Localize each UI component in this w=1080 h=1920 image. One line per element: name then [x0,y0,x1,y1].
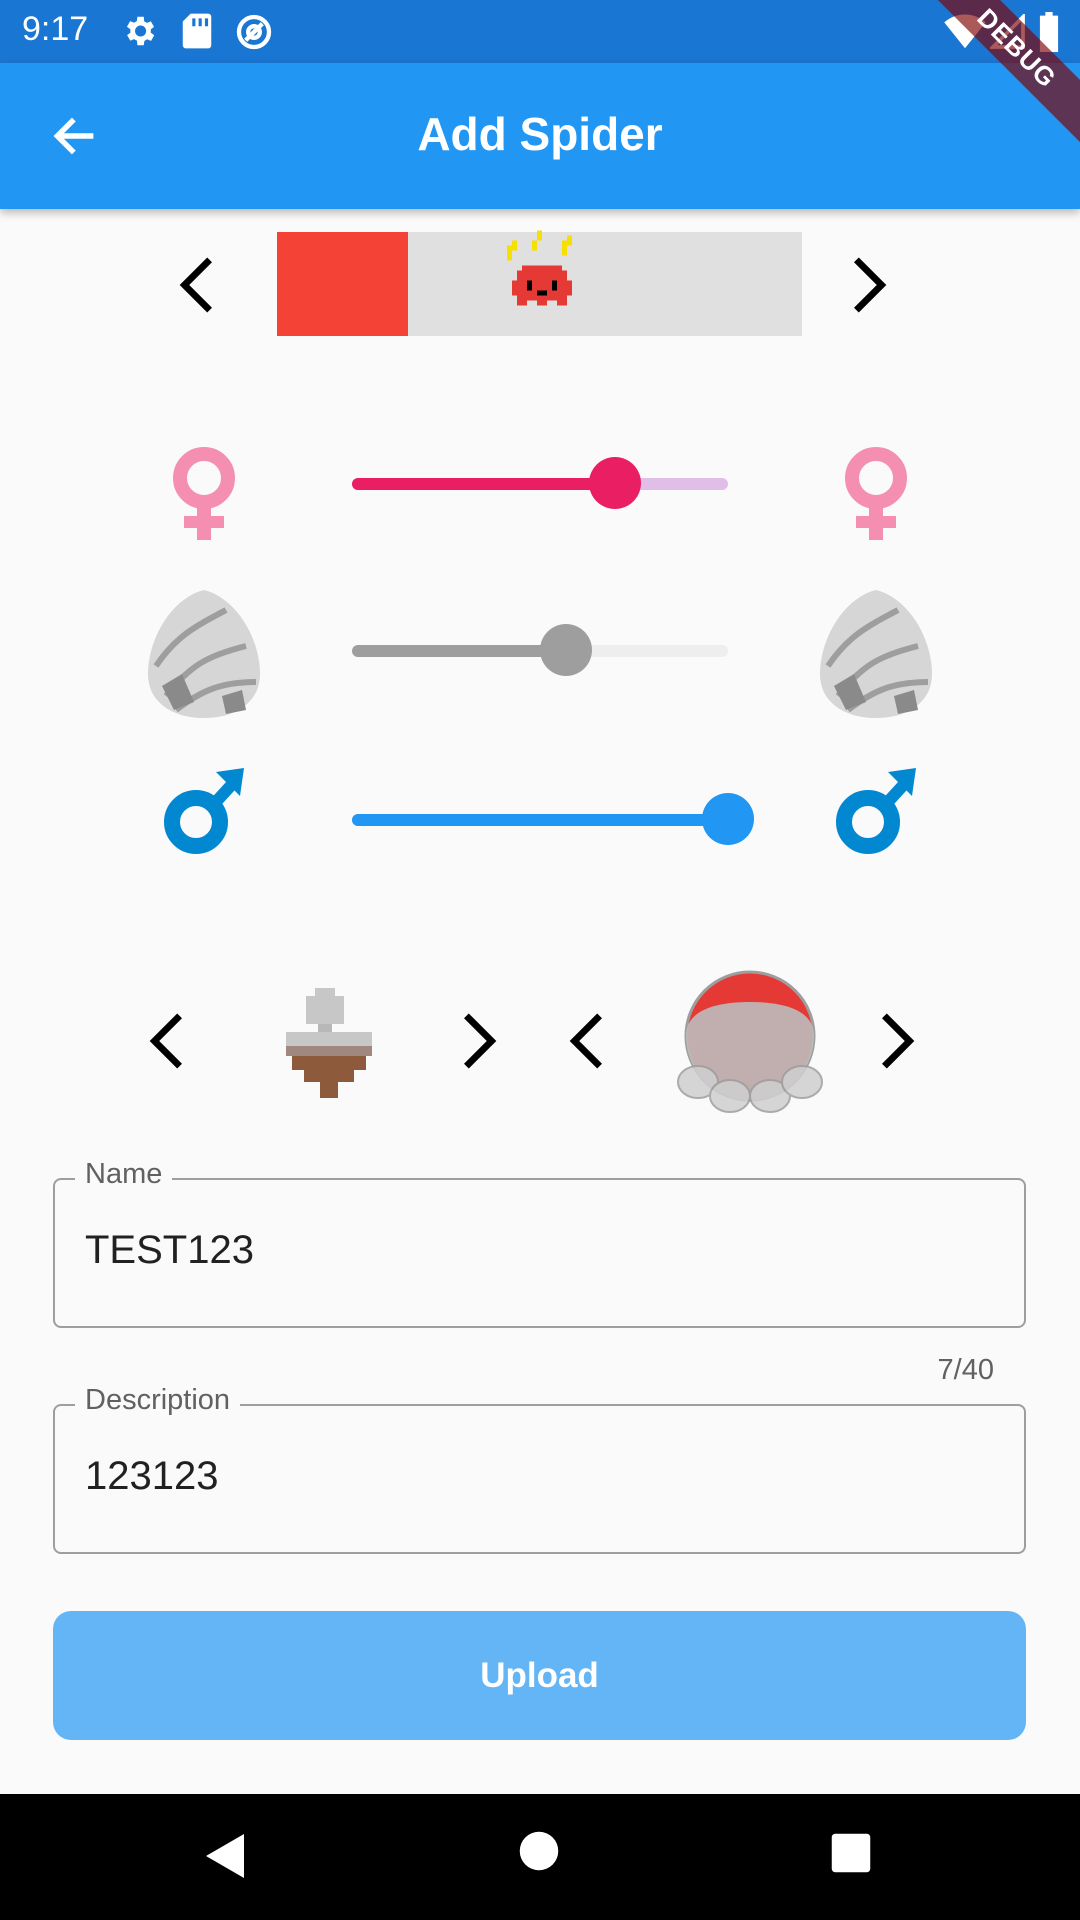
spider-body-pixel-icon [286,988,372,1098]
spider-leg-shell-icon [677,970,823,1113]
gear-icon [126,16,155,46]
male-icon-right [836,768,916,854]
home-circle-icon[interactable] [518,1830,560,1872]
female-icon-right [845,447,907,540]
status-time: 9:17 [22,10,89,48]
body-next-chevron-icon[interactable] [458,1012,498,1070]
app-bar: Add Spider [0,63,1080,209]
status-bar: 9:17 [0,0,1080,63]
female-slider[interactable] [352,454,728,514]
sd-card-icon [182,13,212,49]
upload-button[interactable]: Upload [53,1611,1026,1740]
male-icon-left [164,768,244,854]
color-preview [277,230,802,336]
male-slider[interactable] [352,790,754,850]
name-field-label: Name [75,1158,173,1191]
back-triangle-icon[interactable] [204,1832,246,1880]
slider-thumb[interactable] [702,793,754,845]
slider-active-track [352,814,728,826]
page-title: Add Spider [417,108,663,160]
slider-thumb[interactable] [540,624,592,676]
shell-prev-chevron-icon[interactable] [568,1012,608,1070]
description-field[interactable]: Description 123123 [53,1384,1026,1554]
slider-active-track [352,645,566,657]
color-swatch[interactable] [277,232,408,336]
body-prev-chevron-icon[interactable] [148,1012,188,1070]
recents-square-icon[interactable] [830,1832,872,1874]
egg-icon-right [820,590,932,718]
navigation-bar [0,1794,1080,1920]
color-next-chevron-icon[interactable] [848,256,888,314]
egg-icon-left [148,590,260,718]
color-prev-chevron-icon[interactable] [178,256,218,314]
shell-next-chevron-icon[interactable] [876,1012,916,1070]
name-character-counter: 7/40 [937,1354,994,1386]
slider-active-track [352,478,615,490]
egg-slider[interactable] [352,621,728,681]
slider-thumb[interactable] [589,457,641,509]
at-sign-icon [236,14,272,50]
description-field-value[interactable]: 123123 [85,1454,218,1499]
name-field[interactable]: Name TEST123 [53,1158,1026,1328]
female-icon-left [173,447,235,540]
name-field-value[interactable]: TEST123 [85,1228,254,1273]
spider-sprite-icon [507,230,572,306]
description-field-label: Description [75,1384,241,1417]
